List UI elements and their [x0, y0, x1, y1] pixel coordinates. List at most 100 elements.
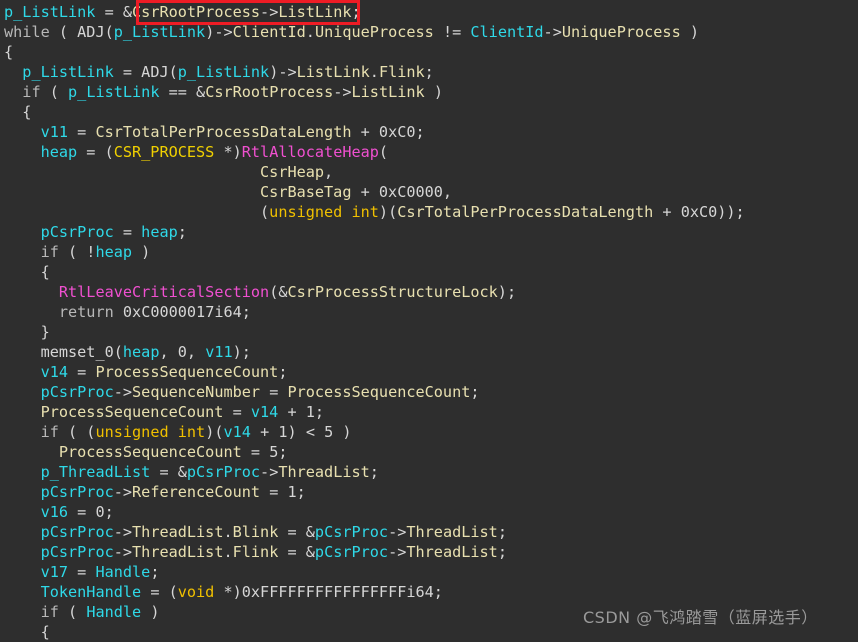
code-token: CsrTotalPerProcessDataLength [397, 203, 654, 221]
code-line[interactable]: (unsigned int)(CsrTotalPerProcessDataLen… [0, 202, 858, 222]
code-token: ClientId [470, 23, 544, 41]
code-token: SequenceNumber [132, 383, 261, 401]
code-token: ) < [287, 423, 325, 441]
code-token: *) [214, 583, 242, 601]
code-lines-container[interactable]: p_ListLink = &CsrRootProcess->ListLink; w… [0, 2, 858, 642]
code-token: pCsrProc [186, 463, 261, 481]
code-line[interactable]: v14 = ProcessSequenceCount; [0, 362, 858, 382]
code-token: heap [141, 223, 178, 241]
code-token: 0xC0 [378, 123, 416, 141]
code-line[interactable]: memset_0(heap, 0, v11); [0, 342, 858, 362]
code-line[interactable]: pCsrProc->ReferenceCount = 1; [0, 482, 858, 502]
code-token: . [369, 63, 379, 81]
code-line[interactable]: TokenHandle = (void *)0xFFFFFFFFFFFFFFFF… [0, 582, 858, 602]
code-token: ProcessSequenceCount [95, 363, 279, 381]
code-token: ; [278, 443, 288, 461]
code-line[interactable]: { [0, 102, 858, 122]
decompiler-pseudocode-view[interactable]: p_ListLink = &CsrRootProcess->ListLink; w… [0, 0, 858, 641]
code-line[interactable]: p_ListLink = &CsrRootProcess->ListLink; [0, 2, 858, 22]
code-token: unsigned [95, 423, 169, 441]
code-token: & [122, 3, 133, 21]
code-token: ( ! [58, 243, 96, 261]
code-token: ) [141, 603, 160, 621]
code-token: != [433, 23, 471, 41]
code-token: = [223, 403, 251, 421]
code-token: ); [497, 283, 517, 301]
code-token: { [4, 623, 50, 641]
code-line[interactable]: p_ThreadList = &pCsrProc->ThreadList; [0, 462, 858, 482]
code-token: 1 [278, 423, 288, 441]
code-token: ProcessSequenceCount [287, 383, 471, 401]
code-line[interactable]: pCsrProc->ThreadList.Flink = &pCsrProc->… [0, 542, 858, 562]
code-token: ProcessSequenceCount [40, 403, 224, 421]
code-token: ; [150, 563, 160, 581]
code-line[interactable]: RtlLeaveCriticalSection(&CsrProcessStruc… [0, 282, 858, 302]
code-token: { [4, 43, 14, 61]
code-line[interactable]: heap = (CSR_PROCESS *)RtlAllocateHeap( [0, 142, 858, 162]
code-token: )); [717, 203, 745, 221]
code-token: = [241, 443, 270, 461]
code-token: CsrProcessStructureLock [287, 283, 498, 301]
code-line[interactable]: { [0, 42, 858, 62]
code-token: ; [470, 383, 480, 401]
code-line[interactable]: pCsrProc->ThreadList.Blink = &pCsrProc->… [0, 522, 858, 542]
code-token: Handle [95, 563, 151, 581]
code-line[interactable]: v17 = Handle; [0, 562, 858, 582]
code-token: -> [113, 383, 133, 401]
code-line[interactable]: CsrBaseTag + 0xC0000, [0, 182, 858, 202]
code-token: ProcessSequenceCount [58, 443, 242, 461]
code-token: while [4, 23, 50, 41]
code-token: , [159, 343, 178, 361]
code-token: CsrRootProcess [205, 83, 334, 101]
code-token: ; [104, 503, 114, 521]
code-token: ThreadList [278, 463, 370, 481]
code-token: )-> [205, 23, 233, 41]
code-token: ListLink [278, 3, 352, 21]
code-token: Blink [232, 523, 279, 541]
code-token: (& [269, 283, 288, 301]
code-line[interactable]: CsrHeap, [0, 162, 858, 182]
code-token: ( ( [58, 423, 96, 441]
code-token: pCsrProc [40, 383, 114, 401]
code-line[interactable]: ProcessSequenceCount = 5; [0, 442, 858, 462]
code-token: -> [113, 523, 133, 541]
code-token: *) [214, 143, 242, 161]
code-token: ; [424, 63, 434, 81]
code-line[interactable]: p_ListLink = ADJ(p_ListLink)->ListLink.F… [0, 62, 858, 82]
code-line[interactable]: return 0xC0000017i64; [0, 302, 858, 322]
code-line[interactable]: if ( p_ListLink == &CsrRootProcess->List… [0, 82, 858, 102]
code-line[interactable]: if ( (unsigned int)(v14 + 1) < 5 ) [0, 422, 858, 442]
code-token: = & [150, 463, 187, 481]
code-token: ClientId [232, 23, 306, 41]
code-line[interactable]: } [0, 322, 858, 342]
code-token: )-> [269, 63, 297, 81]
code-token: = [113, 63, 142, 81]
code-line[interactable]: v16 = 0; [0, 502, 858, 522]
code-token: RtlAllocateHeap [241, 143, 379, 161]
code-token: = & [278, 543, 315, 561]
code-line[interactable]: v11 = CsrTotalPerProcessDataLength + 0xC… [0, 122, 858, 142]
code-line[interactable]: { [0, 262, 858, 282]
code-token: pCsrProc [314, 523, 389, 541]
code-line[interactable]: ProcessSequenceCount = v14 + 1; [0, 402, 858, 422]
code-token: CSR_PROCESS [113, 143, 215, 161]
code-line[interactable]: pCsrProc->SequenceNumber = ProcessSequen… [0, 382, 858, 402]
code-line[interactable]: while ( ADJ(p_ListLink)->ClientId.Unique… [0, 22, 858, 42]
code-token: 0xFFFFFFFFFFFFFFFFi64 [241, 583, 434, 601]
code-token: ; [415, 123, 425, 141]
code-token: , [442, 183, 453, 201]
code-line[interactable]: pCsrProc = heap; [0, 222, 858, 242]
code-line[interactable]: if ( !heap ) [0, 242, 858, 262]
